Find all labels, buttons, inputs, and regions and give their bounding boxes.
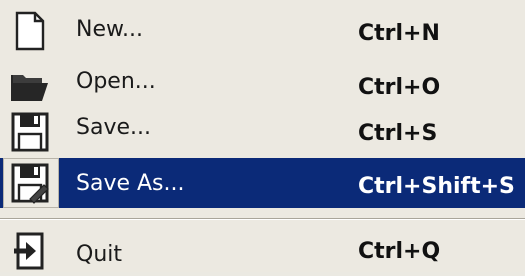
open-folder-icon [8, 63, 52, 107]
menu-item-shortcut: Ctrl+Shift+S [358, 174, 515, 199]
menu-item-label: Open... [76, 69, 156, 94]
menu-item-label: Quit [76, 242, 122, 267]
menu-item-label: Save... [76, 115, 151, 140]
menu-separator [0, 218, 525, 220]
new-document-icon [8, 9, 52, 53]
menu-item-label: New... [76, 17, 143, 42]
menu-item-shortcut: Ctrl+O [358, 75, 441, 100]
file-menu: New... Ctrl+N Open... Ctrl+O Save... Ctr… [0, 0, 525, 272]
menu-item-label: Save As... [76, 171, 185, 196]
menu-item-shortcut: Ctrl+Q [358, 239, 441, 264]
menu-item-shortcut: Ctrl+N [358, 21, 440, 46]
menu-item-save-as[interactable]: Save As... Ctrl+Shift+S [0, 158, 525, 208]
menu-item-open[interactable]: Open... Ctrl+O [0, 58, 525, 108]
save-as-icon [8, 161, 52, 205]
quit-exit-icon [8, 229, 52, 273]
menu-item-new[interactable]: New... Ctrl+N [0, 6, 525, 56]
menu-item-quit[interactable]: Quit Ctrl+Q [0, 226, 525, 276]
save-floppy-icon [8, 110, 52, 154]
menu-item-save[interactable]: Save... Ctrl+S [0, 108, 525, 158]
menu-item-shortcut: Ctrl+S [358, 121, 438, 146]
